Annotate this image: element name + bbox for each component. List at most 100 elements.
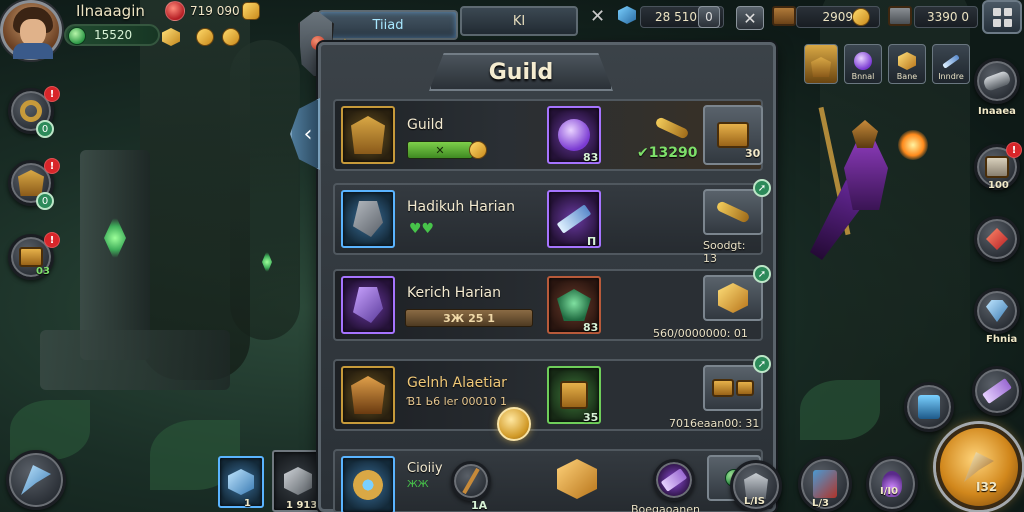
guild-row[interactable]: Kerich Harian 3Ж 25 1 83 ➚ 560/0000000: … (333, 265, 771, 341)
key-icon (715, 200, 751, 224)
ruby-button[interactable] (974, 216, 1020, 262)
key-action-button[interactable] (703, 189, 763, 235)
guild-row[interactable]: Hadikuh Harian ♥♥ П ➚ Soodgt: 13 (333, 179, 771, 265)
coin-icon (196, 28, 214, 46)
foliage (10, 400, 90, 460)
row-value: Boegaoanen (631, 503, 700, 512)
gauntlet-icon (353, 201, 383, 237)
ruby-icon (986, 228, 1008, 250)
row-value: 7016eaan00: 31 (669, 417, 760, 430)
card-bnnal[interactable]: Bnnal (844, 44, 882, 84)
level-badge: 0 (36, 120, 54, 138)
coin-icon (469, 141, 487, 159)
close-icon[interactable]: ✕ (590, 6, 605, 27)
cannon-button[interactable] (974, 58, 1020, 104)
avatar-body (13, 43, 53, 59)
tab-label: KI (512, 13, 526, 29)
gold-coin-icon[interactable] (497, 407, 531, 441)
gold-add-icon[interactable] (242, 2, 260, 20)
item-frame (341, 456, 395, 512)
card-label: Inndre (938, 72, 964, 81)
icon-label: Fhnia (986, 334, 1018, 345)
notification-badge: ! (44, 86, 60, 102)
portal-icon (918, 395, 940, 419)
chest-icon (19, 247, 43, 267)
tree-trunk (230, 40, 300, 340)
chest-icon (772, 6, 796, 26)
cube-action-button[interactable] (703, 275, 763, 321)
hero-character (810, 100, 930, 270)
row-subtitle: Ɓ1 Ь6 ler 00010 1 (407, 395, 507, 408)
resource-value: 2909 (822, 10, 853, 24)
book-icon (813, 470, 837, 498)
row-name: Gelnh Alaetiar (407, 375, 507, 391)
row-value: ✔13290 (637, 145, 698, 161)
icon-label: 100 (988, 180, 1009, 191)
helmet-icon (351, 376, 385, 414)
close-icon[interactable]: ✕ (736, 6, 764, 30)
row-value: 560/0000000: 01 (653, 327, 748, 340)
row-name: Guild (407, 117, 444, 133)
item-count: П (587, 235, 597, 248)
gold-cube-icon (718, 283, 748, 313)
guild-row[interactable]: Cioiiy ЖЖ 1Α Boegaoanen (333, 449, 763, 512)
gem-counter[interactable]: 15520 (64, 24, 160, 46)
chest-icon (717, 122, 749, 148)
coin-icon[interactable] (852, 8, 870, 26)
guild-row[interactable]: Gelnh Alaetiar Ɓ1 Ь6 ler 00010 1 35 ➚ 70… (333, 355, 771, 441)
confirm-badge[interactable]: ➚ (753, 265, 771, 283)
notification-badge: ! (44, 232, 60, 248)
gem-shop-button[interactable] (974, 288, 1020, 334)
ruby-count: 719 090 (190, 4, 240, 18)
notification-badge: ! (44, 158, 60, 174)
gauntlet-icon (353, 287, 383, 323)
crystal-icon (228, 469, 254, 495)
progress-bar: 3Ж 25 1 (405, 309, 533, 327)
card-bane[interactable]: Bane (888, 44, 926, 84)
gold-action-button[interactable] (703, 365, 763, 411)
portal-button[interactable] (904, 382, 954, 432)
bottom-tile-crystal[interactable] (218, 456, 264, 508)
grid-menu-icon[interactable] (982, 0, 1022, 34)
action-count: 30 (745, 147, 761, 160)
tab-label: Tiiad (372, 17, 404, 33)
sword-icon (556, 204, 592, 234)
iron-chest-icon (888, 6, 912, 26)
level-badge: 0 (36, 192, 54, 210)
shield-card[interactable] (804, 44, 838, 84)
staff-button[interactable] (451, 461, 491, 501)
slot-label: I/I0 (880, 486, 899, 497)
gem-count: 15520 (94, 28, 133, 42)
sword-button[interactable] (972, 366, 1022, 416)
item-count: 83 (583, 321, 599, 334)
resource-pill: 3390 0 (914, 6, 978, 28)
coin-icon (222, 28, 240, 46)
confirm-badge[interactable]: ➚ (753, 355, 771, 373)
forge-button[interactable] (6, 450, 66, 510)
main-action-button[interactable] (936, 424, 1022, 510)
item-count: 1Α (471, 499, 488, 512)
beast-icon (557, 289, 591, 321)
confirm-badge[interactable]: ➚ (753, 179, 771, 197)
cannon-icon (982, 69, 1012, 93)
chest-icon (712, 379, 734, 397)
potion-slot-button[interactable] (866, 456, 918, 512)
add-resource-button[interactable]: 0 (698, 6, 720, 28)
hammer-icon (964, 452, 994, 482)
staff-icon (462, 467, 480, 495)
notification-badge: ! (1006, 142, 1022, 158)
guild-row[interactable]: Guild ✕ 83 ✔13290 30 (333, 99, 763, 171)
item-frame (341, 190, 395, 248)
row-name: Kerich Harian (407, 285, 501, 301)
item-count: 35 (583, 411, 599, 424)
sword-slot-button[interactable] (653, 459, 695, 501)
resource-value: 28 510 (655, 10, 697, 24)
item-frame (341, 276, 395, 334)
ruby-icon (165, 1, 185, 21)
tab-ki[interactable]: KI (460, 6, 578, 36)
card-inndre[interactable]: Inndre (932, 44, 970, 84)
row-name: Hadikuh Harian (407, 199, 515, 215)
foliage (800, 380, 880, 440)
panel-title: Guild (429, 53, 613, 91)
player-avatar[interactable] (0, 0, 62, 60)
